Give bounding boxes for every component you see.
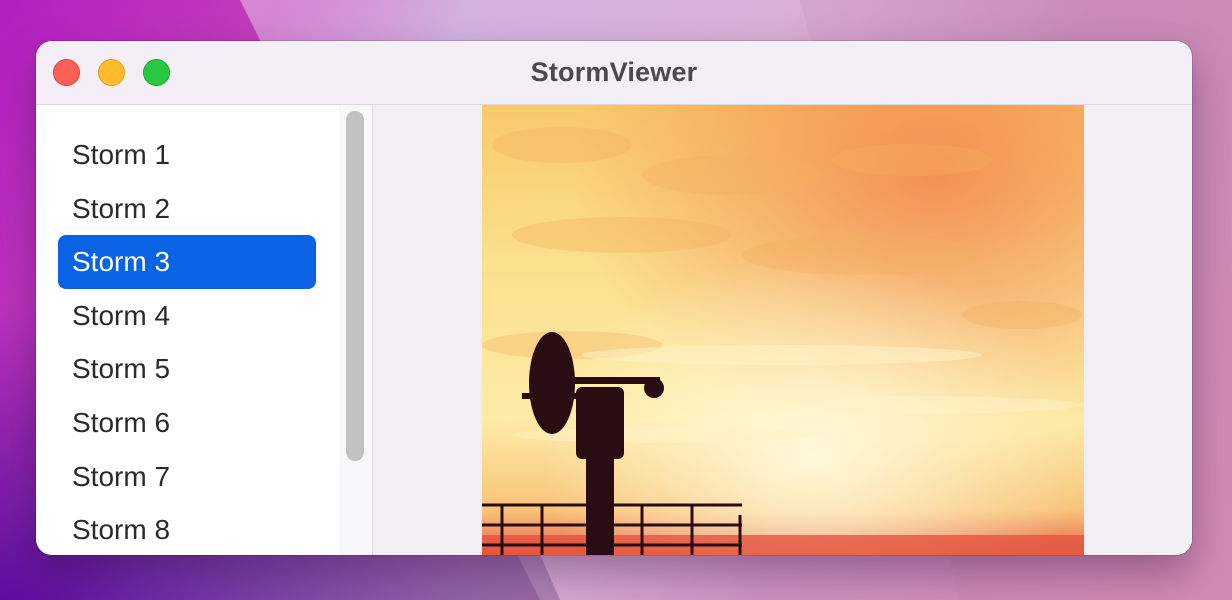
- storm-list: Storm 1 Storm 2 Storm 3 Storm 4 Storm 5 …: [58, 128, 316, 555]
- window-title: StormViewer: [530, 57, 698, 87]
- storm-list-sidebar: Storm 1 Storm 2 Storm 3 Storm 4 Storm 5 …: [36, 105, 340, 555]
- list-item-storm-7[interactable]: Storm 7: [58, 450, 316, 504]
- storm-photo: [482, 105, 1084, 555]
- sidebar-scrollbar-thumb[interactable]: [346, 111, 364, 461]
- sidebar-scrollbar-track[interactable]: [339, 105, 373, 555]
- list-item-storm-5[interactable]: Storm 5: [58, 342, 316, 396]
- detail-pane: [373, 105, 1192, 555]
- title-bar[interactable]: StormViewer: [36, 41, 1192, 105]
- list-item-storm-3[interactable]: Storm 3: [58, 235, 316, 289]
- list-item-storm-4[interactable]: Storm 4: [58, 289, 316, 343]
- list-item-storm-2[interactable]: Storm 2: [58, 182, 316, 236]
- list-item-storm-6[interactable]: Storm 6: [58, 396, 316, 450]
- list-item-storm-1[interactable]: Storm 1: [58, 128, 316, 182]
- app-window: StormViewer Storm 1 Storm 2 Storm 3 Stor…: [36, 41, 1192, 555]
- list-item-storm-8[interactable]: Storm 8: [58, 503, 316, 555]
